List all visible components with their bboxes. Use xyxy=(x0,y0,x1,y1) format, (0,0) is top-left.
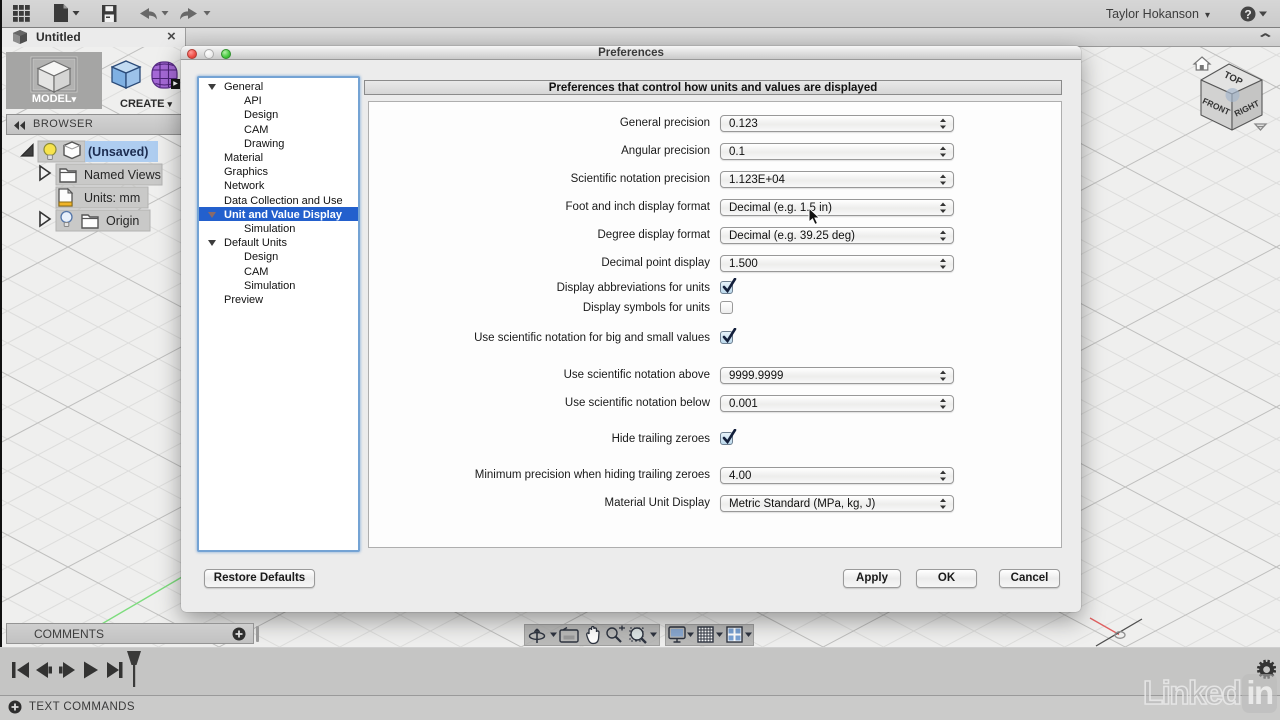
svg-text:Units: mm: Units: mm xyxy=(84,191,140,205)
svg-text:Origin: Origin xyxy=(106,214,139,228)
svg-text:(Unsaved): (Unsaved) xyxy=(88,145,148,159)
svg-text:Named Views: Named Views xyxy=(84,168,161,182)
svg-text:?: ? xyxy=(1244,8,1251,22)
